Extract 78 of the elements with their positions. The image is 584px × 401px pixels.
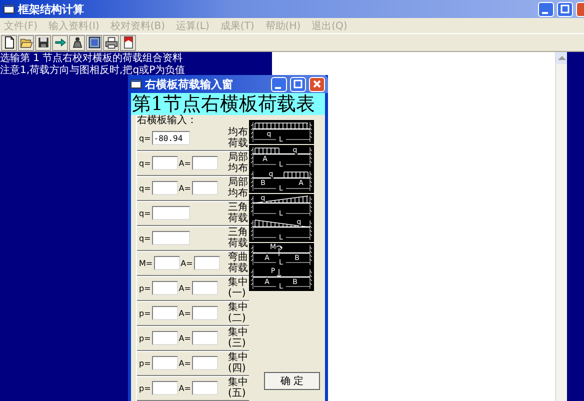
window-icon bbox=[130, 78, 142, 90]
input-field[interactable] bbox=[152, 306, 178, 320]
up-arrow-icon[interactable] bbox=[558, 55, 566, 61]
field-label: p= bbox=[139, 308, 151, 318]
input-field[interactable] bbox=[154, 256, 180, 270]
field-label: p= bbox=[139, 358, 151, 368]
window-icon bbox=[3, 3, 15, 15]
input-field[interactable] bbox=[152, 206, 190, 220]
input-field[interactable] bbox=[194, 256, 220, 270]
field-label: M= bbox=[139, 258, 153, 268]
console-line: 注意1,荷载方向与图相反时,把q或P为负值 bbox=[0, 65, 186, 77]
field-label: A= bbox=[178, 358, 191, 368]
load-type-label: 集中 (二) bbox=[228, 302, 248, 324]
input-field[interactable] bbox=[152, 381, 178, 395]
input-field[interactable] bbox=[192, 356, 218, 370]
input-field[interactable]: -80.94 bbox=[152, 131, 190, 145]
minimize-button[interactable] bbox=[538, 2, 554, 16]
field-label: A= bbox=[178, 158, 191, 168]
maximize-button[interactable] bbox=[557, 2, 573, 16]
field-label: q= bbox=[139, 208, 151, 218]
maximize-button[interactable] bbox=[290, 76, 306, 92]
maximize-icon bbox=[560, 4, 570, 14]
confirm-button[interactable]: 确 定 bbox=[264, 372, 320, 390]
field-label: A= bbox=[178, 184, 191, 192]
close-icon bbox=[312, 79, 322, 89]
input-field[interactable] bbox=[152, 331, 178, 345]
load-type-label: 弯曲 荷载 bbox=[228, 252, 248, 274]
scrollbar[interactable] bbox=[555, 52, 567, 401]
document-icon[interactable] bbox=[1, 34, 17, 50]
field-label: A= bbox=[178, 308, 191, 318]
field-label: q= bbox=[139, 234, 151, 242]
field-label: p= bbox=[139, 384, 151, 392]
printer-icon[interactable] bbox=[103, 34, 119, 50]
input-field[interactable] bbox=[152, 156, 178, 170]
folder-icon[interactable] bbox=[18, 34, 34, 50]
group-label: 右横板输入： bbox=[137, 115, 198, 126]
load-type-label: 集中 (四) bbox=[228, 352, 248, 374]
maximize-icon bbox=[293, 79, 303, 89]
field-label: A= bbox=[178, 384, 191, 392]
input-field[interactable] bbox=[192, 181, 218, 195]
load-type-label: 集中 (三) bbox=[228, 327, 248, 349]
load-type-label: 三角 荷载 bbox=[228, 227, 248, 249]
load-type-label: 局部 均布 bbox=[228, 177, 248, 199]
field-label: A= bbox=[178, 284, 191, 292]
table-heading: 第1节点右横板荷载表 bbox=[131, 93, 325, 115]
field-label: q= bbox=[139, 184, 151, 192]
load-type-label: 集中 (一) bbox=[228, 277, 248, 299]
close-button[interactable] bbox=[576, 2, 584, 16]
input-field[interactable] bbox=[152, 181, 178, 195]
input-field[interactable] bbox=[152, 231, 190, 245]
load-type-label: 局部 均布 bbox=[228, 152, 248, 174]
input-field[interactable] bbox=[192, 331, 218, 345]
save-icon[interactable] bbox=[35, 34, 51, 50]
window-title: 框架结构计算 bbox=[18, 2, 84, 16]
field-label: A= bbox=[178, 334, 191, 342]
console-line: 选输第 1 节点右校对横板的荷载组合资料 bbox=[0, 53, 184, 64]
field-label: q= bbox=[139, 158, 151, 168]
minimize-icon bbox=[542, 12, 548, 14]
field-label: A= bbox=[180, 258, 193, 268]
book-icon[interactable] bbox=[120, 34, 136, 50]
frame-icon[interactable] bbox=[86, 34, 102, 50]
load-type-label: 均布 荷载 bbox=[228, 127, 248, 149]
minimize-icon bbox=[275, 86, 281, 88]
dialog-title: 右横板荷载输入窗 bbox=[145, 76, 233, 92]
input-field[interactable] bbox=[152, 281, 178, 295]
field-label: p= bbox=[139, 284, 151, 292]
field-label: q= bbox=[139, 134, 151, 142]
input-field[interactable] bbox=[192, 306, 218, 320]
close-button[interactable] bbox=[309, 76, 325, 92]
input-field[interactable] bbox=[152, 356, 178, 370]
minimize-button[interactable] bbox=[271, 76, 287, 92]
load-type-label: 集中 (五) bbox=[228, 377, 248, 399]
input-field[interactable] bbox=[192, 156, 218, 170]
figure-icon[interactable] bbox=[69, 34, 85, 50]
field-label: p= bbox=[139, 334, 151, 342]
input-field[interactable] bbox=[192, 381, 218, 395]
input-field[interactable] bbox=[192, 281, 218, 295]
load-type-label: 三角 荷载 bbox=[228, 202, 248, 224]
